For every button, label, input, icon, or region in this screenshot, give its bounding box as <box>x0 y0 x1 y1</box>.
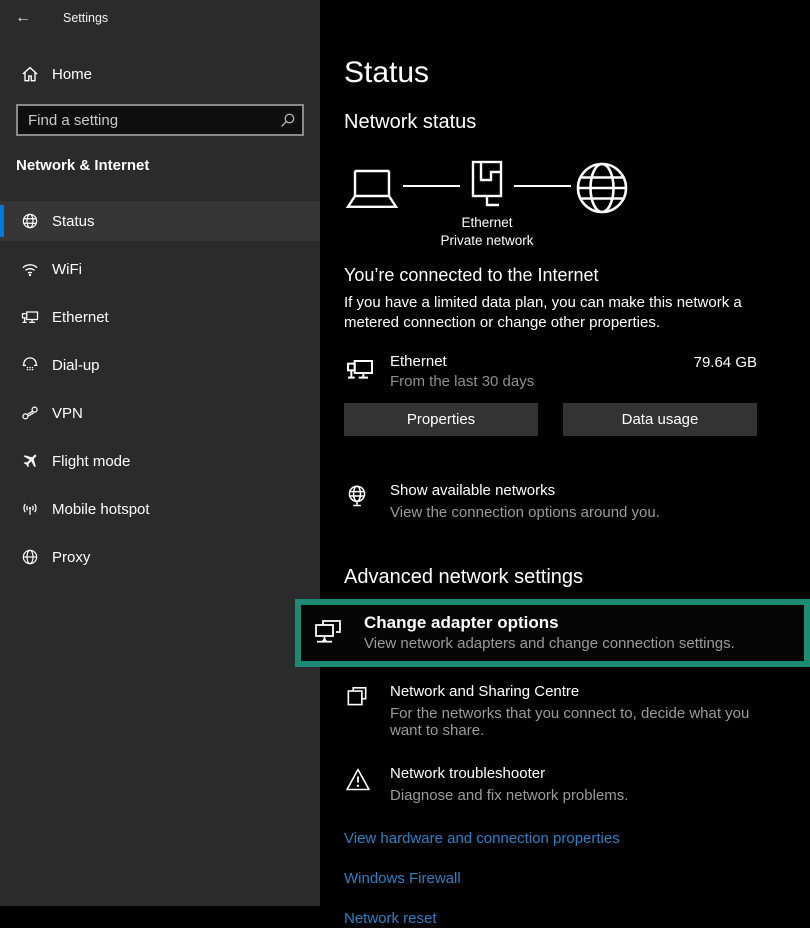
advanced-settings-heading: Advanced network settings <box>344 565 757 589</box>
network-troubleshooter-row[interactable]: Network troubleshooter Diagnose and fix … <box>344 765 757 804</box>
vpn-icon <box>20 403 40 423</box>
hotspot-icon <box>20 499 40 519</box>
warning-triangle-icon <box>344 765 372 794</box>
home-icon <box>20 64 40 84</box>
sharing-centre-title: Network and Sharing Centre <box>390 683 757 701</box>
connection-line <box>403 185 460 187</box>
data-usage-row: Ethernet From the last 30 days 79.64 GB <box>344 353 757 390</box>
sidebar-section-title: Network & Internet <box>16 157 320 175</box>
sidebar-item-flight-mode[interactable]: Flight mode <box>0 441 320 481</box>
change-adapter-title: Change adapter options <box>364 612 735 633</box>
data-usage-button[interactable]: Data usage <box>563 403 757 436</box>
sidebar-item-label: Ethernet <box>52 309 109 326</box>
sidebar-item-label: WiFi <box>52 261 82 278</box>
sharing-centre-subtitle: For the networks that you connect to, de… <box>390 705 757 739</box>
window-title: Settings <box>63 11 108 25</box>
sidebar-item-label: Status <box>52 213 95 230</box>
main-panel: Status Network status Ethernet Private n… <box>320 0 810 906</box>
sidebar-item-label: Mobile hotspot <box>52 501 150 518</box>
internet-globe-icon <box>574 160 630 216</box>
sharing-folders-icon <box>344 683 372 710</box>
link-view-hardware-properties[interactable]: View hardware and connection properties <box>344 830 620 848</box>
properties-button[interactable]: Properties <box>344 403 538 436</box>
show-networks-title: Show available networks <box>390 482 660 500</box>
airplane-icon <box>20 451 40 471</box>
sidebar-item-mobile-hotspot[interactable]: Mobile hotspot <box>0 489 320 529</box>
globe-stand-icon <box>344 482 372 509</box>
network-diagram: Ethernet Private network <box>344 160 757 246</box>
connected-heading: You’re connected to the Internet <box>344 264 757 286</box>
change-adapter-subtitle: View network adapters and change connect… <box>364 635 735 652</box>
troubleshooter-subtitle: Diagnose and fix network problems. <box>390 787 628 804</box>
link-windows-firewall[interactable]: Windows Firewall <box>344 870 461 888</box>
network-sharing-centre-row[interactable]: Network and Sharing Centre For the netwo… <box>344 683 757 739</box>
usage-amount: 79.64 GB <box>694 353 757 371</box>
sidebar-item-dialup[interactable]: Dial-up <box>0 345 320 385</box>
page-title: Status <box>344 56 757 90</box>
sidebar-item-label: VPN <box>52 405 83 422</box>
proxy-globe-icon <box>20 547 40 567</box>
show-networks-subtitle: View the connection options around you. <box>390 504 660 521</box>
ethernet-node: Ethernet Private network <box>463 160 511 248</box>
network-status-heading: Network status <box>344 110 757 134</box>
sidebar-nav: Status WiFi Ethernet Dial-up VPN <box>0 201 320 577</box>
sidebar-item-label: Proxy <box>52 549 90 566</box>
sidebar-item-proxy[interactable]: Proxy <box>0 537 320 577</box>
troubleshooter-title: Network troubleshooter <box>390 765 628 783</box>
connected-note: If you have a limited data plan, you can… <box>344 293 776 333</box>
dialup-phone-icon <box>20 355 40 375</box>
annotation-highlight-box: Change adapter options View network adap… <box>295 599 810 667</box>
sidebar-item-label: Home <box>52 66 92 83</box>
change-adapter-options-row[interactable]: Change adapter options View network adap… <box>364 612 735 652</box>
diagram-connection-name: Ethernet <box>461 215 512 230</box>
usage-period: From the last 30 days <box>390 373 534 390</box>
laptop-icon <box>344 168 400 212</box>
connection-line <box>514 185 571 187</box>
back-arrow-icon: ← <box>15 9 31 26</box>
search-box <box>16 104 304 136</box>
diagram-network-type: Private network <box>440 233 533 248</box>
titlebar: ← Settings <box>0 0 320 36</box>
search-icon[interactable] <box>272 112 302 129</box>
usage-connection-name: Ethernet <box>390 353 534 370</box>
ethernet-monitor-icon <box>344 353 378 385</box>
sidebar-item-vpn[interactable]: VPN <box>0 393 320 433</box>
show-available-networks-row[interactable]: Show available networks View the connect… <box>344 482 757 521</box>
network-adapters-icon <box>313 617 343 647</box>
sidebar-item-wifi[interactable]: WiFi <box>0 249 320 289</box>
search-input[interactable] <box>18 106 272 134</box>
buttons-row: Properties Data usage <box>344 403 757 436</box>
status-globe-icon <box>20 211 40 231</box>
sidebar: ← Settings Home Network & Internet Statu… <box>0 0 320 906</box>
sidebar-item-label: Dial-up <box>52 357 100 374</box>
sidebar-item-status[interactable]: Status <box>0 201 320 241</box>
back-button[interactable]: ← <box>0 9 46 27</box>
ethernet-plug-icon <box>463 160 511 212</box>
wifi-icon <box>20 259 40 279</box>
link-network-reset[interactable]: Network reset <box>344 910 437 928</box>
sidebar-item-label: Flight mode <box>52 453 130 470</box>
sidebar-item-ethernet[interactable]: Ethernet <box>0 297 320 337</box>
sidebar-item-home[interactable]: Home <box>0 58 320 90</box>
ethernet-icon <box>20 307 40 327</box>
